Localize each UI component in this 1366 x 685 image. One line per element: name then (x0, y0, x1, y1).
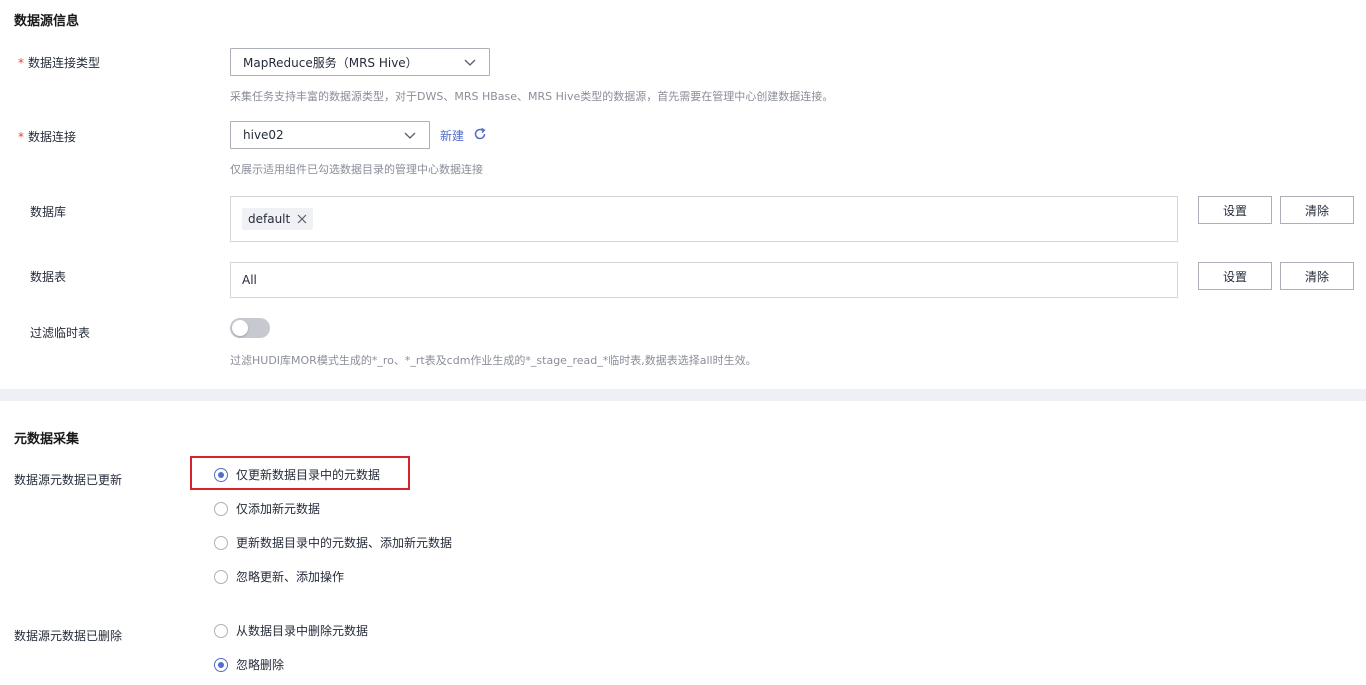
metadata-deleted-label: 数据源元数据已删除 (14, 629, 123, 643)
database-field[interactable]: default (230, 196, 1178, 242)
required-mark: * (18, 130, 24, 144)
datasource-section-title: 数据源信息 (14, 14, 80, 29)
database-tag-label: default (248, 212, 291, 226)
updated-option-2[interactable]: 仅添加新元数据 (214, 500, 320, 517)
connection-hint: 仅展示适用组件已勾选数据目录的管理中心数据连接 (230, 163, 483, 176)
chevron-down-icon (404, 132, 416, 139)
table-clear-button[interactable]: 清除 (1280, 262, 1354, 290)
table-label: 数据表 (30, 270, 67, 284)
radio-checked (214, 657, 228, 672)
filter-temp-hint: 过滤HUDI库MOR模式生成的*_ro、*_rt表及cdm作业生成的*_stag… (230, 354, 757, 367)
table-set-button[interactable]: 设置 (1198, 262, 1272, 290)
updated-option-1[interactable]: 仅更新数据目录中的元数据 (214, 466, 380, 483)
updated-option-3[interactable]: 更新数据目录中的元数据、添加新元数据 (214, 534, 452, 551)
metadata-section-title: 元数据采集 (14, 432, 80, 447)
database-clear-button[interactable]: 清除 (1280, 196, 1354, 224)
database-set-button[interactable]: 设置 (1198, 196, 1272, 224)
radio-label: 仅添加新元数据 (236, 502, 321, 516)
conn-type-label: * 数据连接类型 (18, 54, 100, 71)
connection-value: hive02 (243, 128, 284, 142)
metadata-updated-label: 数据源元数据已更新 (14, 473, 123, 487)
radio-label: 忽略删除 (236, 658, 285, 672)
conn-type-value: MapReduce服务（MRS Hive） (243, 55, 418, 70)
deleted-option-1[interactable]: 从数据目录中删除元数据 (214, 622, 368, 639)
radio-label: 仅更新数据目录中的元数据 (236, 468, 381, 482)
radio-label: 忽略更新、添加操作 (236, 570, 345, 584)
close-icon[interactable] (297, 214, 307, 224)
table-value: All (242, 273, 257, 287)
new-connection-link[interactable]: 新建 (440, 127, 464, 144)
filter-temp-toggle[interactable] (230, 318, 270, 338)
refresh-icon[interactable] (473, 127, 487, 141)
radio-unchecked (214, 501, 228, 516)
radio-unchecked (214, 569, 228, 584)
radio-checked (214, 467, 228, 482)
conn-type-select[interactable]: MapReduce服务（MRS Hive） (230, 48, 490, 76)
radio-unchecked (214, 535, 228, 550)
conn-type-label-text: 数据连接类型 (28, 56, 101, 70)
database-tag: default (242, 208, 314, 230)
radio-label: 从数据目录中删除元数据 (236, 624, 369, 638)
table-field[interactable]: All (230, 262, 1178, 298)
filter-temp-label: 过滤临时表 (30, 326, 91, 340)
connection-label-text: 数据连接 (28, 130, 77, 144)
required-mark: * (18, 56, 24, 70)
conn-type-hint: 采集任务支持丰富的数据源类型，对于DWS、MRS HBase、MRS Hive类… (230, 90, 834, 103)
radio-unchecked (214, 623, 228, 638)
chevron-down-icon (464, 59, 476, 66)
deleted-option-2[interactable]: 忽略删除 (214, 656, 284, 673)
connection-label: * 数据连接 (18, 128, 76, 145)
radio-label: 更新数据目录中的元数据、添加新元数据 (236, 536, 453, 550)
section-divider (0, 389, 1366, 401)
database-label: 数据库 (30, 205, 67, 219)
connection-select[interactable]: hive02 (230, 121, 430, 149)
toggle-knob (232, 320, 248, 336)
updated-option-4[interactable]: 忽略更新、添加操作 (214, 568, 344, 585)
